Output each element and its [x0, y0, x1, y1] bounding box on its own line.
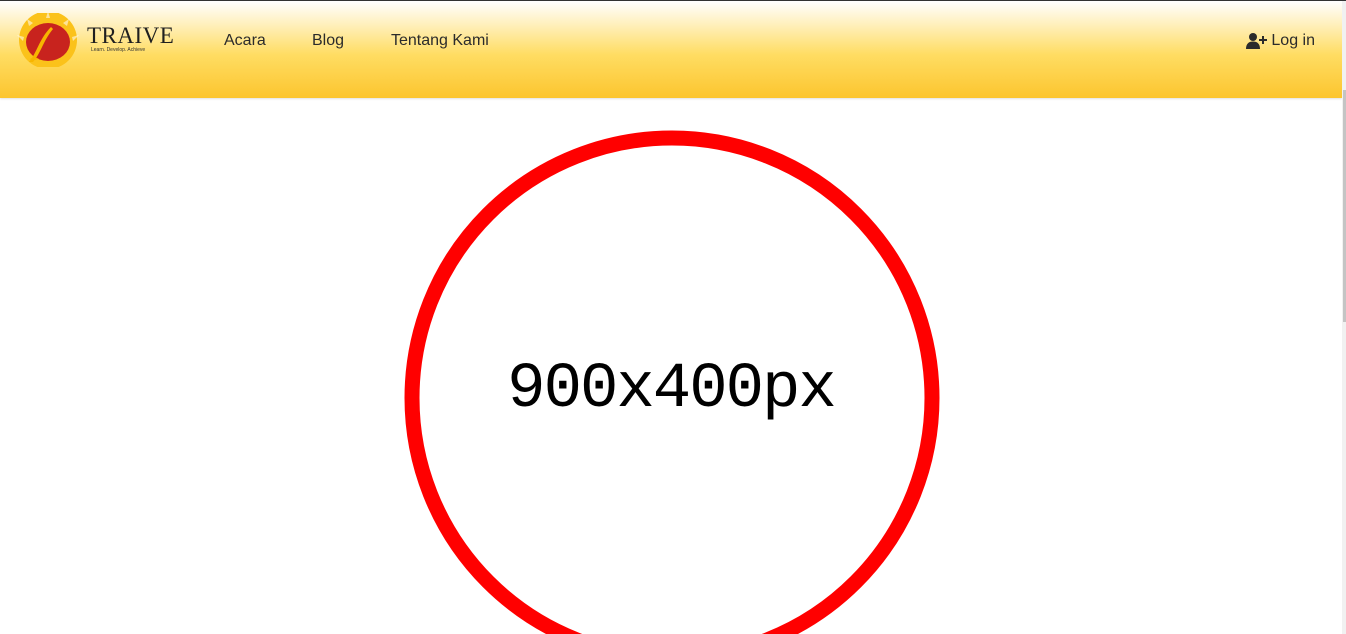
login-link[interactable]: Log in: [1246, 31, 1315, 50]
brand-logo-link[interactable]: TRAIVE Learn. Develop. Achieve: [15, 13, 180, 67]
nav-link-acara[interactable]: Acara: [224, 31, 266, 50]
nav-link-tentang-kami[interactable]: Tentang Kami: [391, 31, 489, 50]
nav-link-blog[interactable]: Blog: [312, 31, 344, 50]
navbar: TRAIVE Learn. Develop. Achieve Acara Blo…: [0, 1, 1342, 98]
hero-placeholder-image: 900x400px: [0, 98, 1342, 634]
brand-name: TRAIVE: [87, 23, 175, 48]
placeholder-dimensions-text: 900x400px: [507, 354, 837, 426]
login-label: Log in: [1271, 32, 1315, 49]
brand-tagline: Learn. Develop. Achieve: [91, 47, 146, 53]
user-plus-icon: [1246, 32, 1268, 49]
sun-logo-icon: [17, 13, 79, 67]
